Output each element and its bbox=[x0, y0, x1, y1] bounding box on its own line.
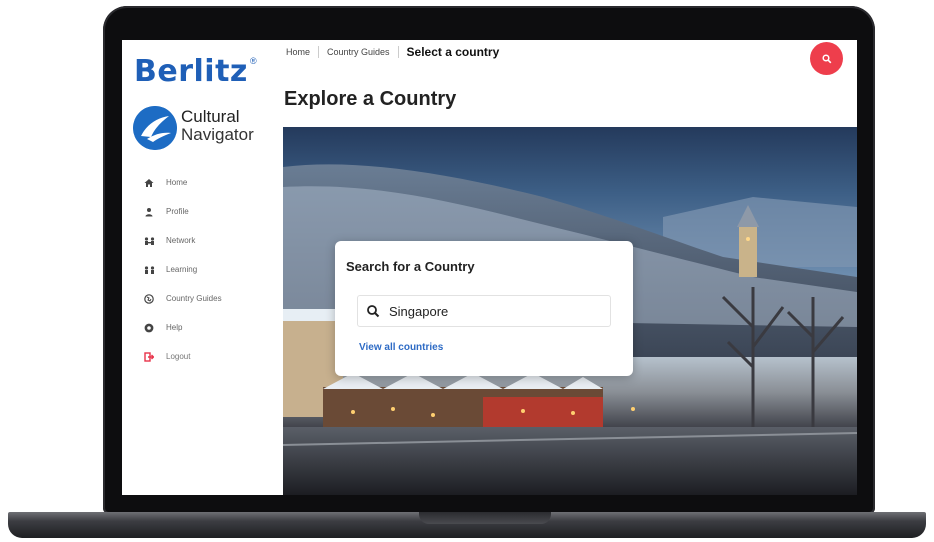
registered-mark: ® bbox=[250, 56, 257, 66]
sidebar-item-learning[interactable]: Learning bbox=[142, 255, 222, 284]
network-icon bbox=[142, 234, 156, 248]
sidebar-nav: Home Profile Network Learning Country Gu… bbox=[142, 168, 222, 371]
sidebar-item-logout[interactable]: Logout bbox=[142, 342, 222, 371]
breadcrumb: Home Country Guides Select a country bbox=[286, 43, 499, 61]
search-button[interactable] bbox=[810, 42, 843, 75]
search-input-value: Singapore bbox=[389, 303, 449, 319]
page-title: Explore a Country bbox=[284, 88, 457, 110]
breadcrumb-separator bbox=[318, 46, 320, 58]
breadcrumb-home[interactable]: Home bbox=[286, 47, 310, 57]
sidebar-item-label: Logout bbox=[166, 352, 191, 361]
laptop-notch bbox=[419, 512, 551, 524]
sidebar-item-home[interactable]: Home bbox=[142, 168, 222, 197]
product-name-line2: Navigator bbox=[181, 125, 254, 144]
sidebar: Berlitz ® Cultural Navigator Home Profil… bbox=[122, 40, 280, 495]
sidebar-item-label: Country Guides bbox=[166, 294, 222, 303]
breadcrumb-current: Select a country bbox=[406, 45, 500, 59]
breadcrumb-country-guides[interactable]: Country Guides bbox=[327, 47, 390, 57]
sidebar-item-help[interactable]: Help bbox=[142, 313, 222, 342]
brand-logo[interactable]: Berlitz bbox=[134, 54, 248, 89]
breadcrumb-separator bbox=[397, 46, 399, 58]
search-icon bbox=[367, 305, 380, 318]
globe-icon bbox=[142, 292, 156, 306]
sidebar-item-label: Help bbox=[166, 323, 183, 332]
card-title: Search for a Country bbox=[346, 259, 475, 274]
country-search-input[interactable]: Singapore bbox=[357, 295, 611, 327]
logout-icon bbox=[142, 350, 156, 364]
learning-icon bbox=[142, 263, 156, 277]
country-search-card: Search for a Country Singapore View all … bbox=[335, 241, 633, 376]
view-all-countries-link[interactable]: View all countries bbox=[359, 342, 443, 353]
sidebar-item-label: Network bbox=[166, 236, 196, 245]
sidebar-item-label: Learning bbox=[166, 265, 198, 274]
sidebar-item-label: Home bbox=[166, 178, 188, 187]
product-name-line1: Cultural bbox=[181, 107, 240, 126]
sidebar-item-profile[interactable]: Profile bbox=[142, 197, 222, 226]
sidebar-item-network[interactable]: Network bbox=[142, 226, 222, 255]
sidebar-item-label: Profile bbox=[166, 207, 189, 216]
home-icon bbox=[142, 176, 156, 190]
sidebar-item-country-guides[interactable]: Country Guides bbox=[142, 284, 222, 313]
search-icon bbox=[821, 53, 831, 63]
cultural-navigator-logo-icon bbox=[133, 106, 177, 150]
user-icon bbox=[142, 205, 156, 219]
app-screen: Berlitz ® Cultural Navigator Home Profil… bbox=[122, 40, 857, 495]
help-icon bbox=[142, 321, 156, 335]
